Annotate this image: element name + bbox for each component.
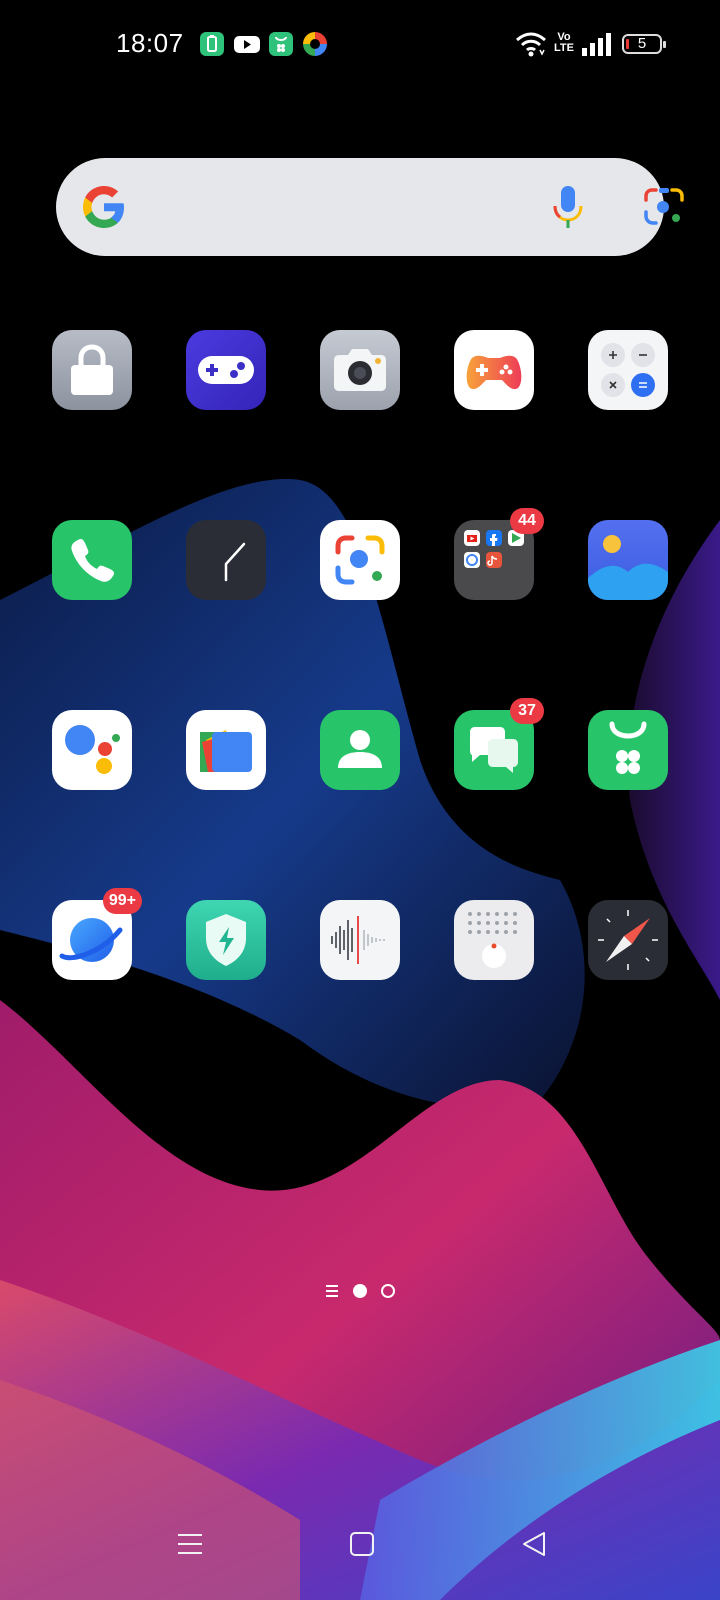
page-dot (381, 1284, 395, 1298)
files-icon (186, 710, 266, 790)
files-app[interactable] (186, 710, 266, 790)
google-logo[interactable] (80, 183, 128, 231)
photos-icon (303, 32, 327, 56)
phone-icon (52, 520, 132, 600)
games-app[interactable] (454, 330, 534, 410)
messages-app[interactable]: 37 (454, 698, 544, 790)
calculator-icon (588, 330, 668, 410)
back-icon[interactable] (520, 1530, 548, 1558)
volte-label: Vo LTE (554, 31, 574, 54)
youtube-icon (234, 36, 260, 53)
google-lens-icon[interactable] (642, 186, 686, 228)
game-controller-icon (454, 330, 534, 410)
page-indicator[interactable] (320, 1280, 400, 1302)
phone-app[interactable] (52, 520, 132, 600)
gamepad-icon (186, 330, 266, 410)
clock-time: 18:07 (116, 28, 184, 58)
recorder-app[interactable] (320, 900, 400, 980)
google-assistant-app[interactable] (52, 710, 132, 790)
navigation-bar (0, 1530, 720, 1590)
theme-store-app[interactable] (454, 900, 534, 980)
browser-app[interactable]: 99+ (52, 888, 142, 980)
clock-app[interactable] (186, 520, 266, 600)
battery-level: 5 (637, 35, 647, 52)
app-market-icon (588, 710, 668, 790)
google-lens-app[interactable] (320, 520, 400, 600)
status-bar: 18:07 Vo LTE 5 (0, 0, 720, 90)
shield-icon (186, 900, 266, 980)
menu-icon[interactable] (176, 1530, 204, 1558)
store-icon (269, 32, 293, 56)
clock-icon (186, 520, 266, 600)
notification-badge: 37 (510, 698, 544, 724)
calculator-app[interactable] (588, 330, 668, 410)
menu-lines-icon (326, 1285, 338, 1297)
battery-indicator: 5 (622, 34, 666, 54)
notification-badge: 44 (510, 508, 544, 534)
compass-app[interactable] (588, 900, 668, 980)
gallery-app[interactable] (588, 520, 668, 600)
sound-wave-icon (320, 900, 400, 980)
compass-icon (588, 900, 668, 980)
contacts-icon (320, 710, 400, 790)
home-icon[interactable] (348, 1530, 376, 1558)
lens-icon (320, 520, 400, 600)
notification-badge: 99+ (102, 888, 142, 914)
dots-icon (454, 900, 534, 980)
camera-icon (320, 330, 400, 410)
lock-icon (52, 330, 132, 410)
google-search-bar[interactable] (56, 158, 684, 256)
battery-saver-app-icon (200, 32, 224, 56)
contacts-app[interactable] (320, 710, 400, 790)
camera-app[interactable] (320, 330, 400, 410)
assistant-icon (52, 710, 132, 790)
game-space-app[interactable] (186, 330, 266, 410)
folder-app[interactable]: 44 (454, 508, 544, 600)
gallery-icon (588, 520, 668, 600)
wifi-icon (516, 32, 546, 57)
app-market-app[interactable] (588, 710, 668, 790)
signal-icon (582, 33, 611, 56)
page-dot-active (353, 1284, 367, 1298)
lock-app[interactable] (52, 330, 132, 410)
mic-icon[interactable] (548, 184, 588, 230)
phone-manager-app[interactable] (186, 900, 266, 980)
